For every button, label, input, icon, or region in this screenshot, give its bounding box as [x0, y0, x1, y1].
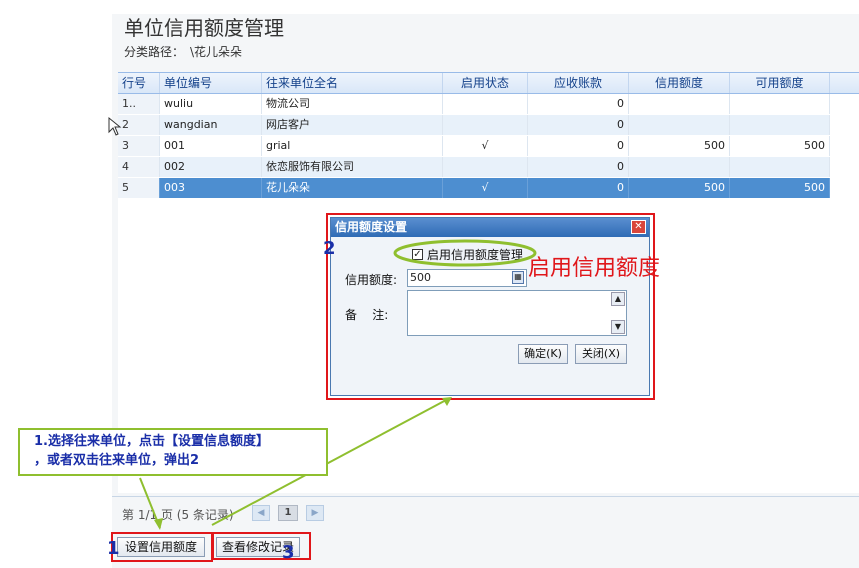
instruction-note: 1.选择往来单位，点击【设置信息额度】 ，或者双击往来单位，弹出2 — [18, 428, 328, 476]
mouse-cursor-icon — [108, 116, 122, 136]
instruction-line-2: ，或者双击往来单位，弹出2 — [34, 453, 200, 468]
marker-2: 2 — [323, 238, 336, 259]
arrow-head-1 — [154, 518, 163, 530]
annotation-overlay — [108, 116, 537, 530]
highlight-ellipse — [393, 239, 537, 267]
instruction-line-1: 1.选择往来单位，点击【设置信息额度】 — [34, 434, 269, 449]
marker-1: 1 — [107, 538, 120, 559]
enable-credit-callout: 启用信用额度 — [528, 256, 661, 281]
marker-3: 3 — [282, 542, 295, 563]
